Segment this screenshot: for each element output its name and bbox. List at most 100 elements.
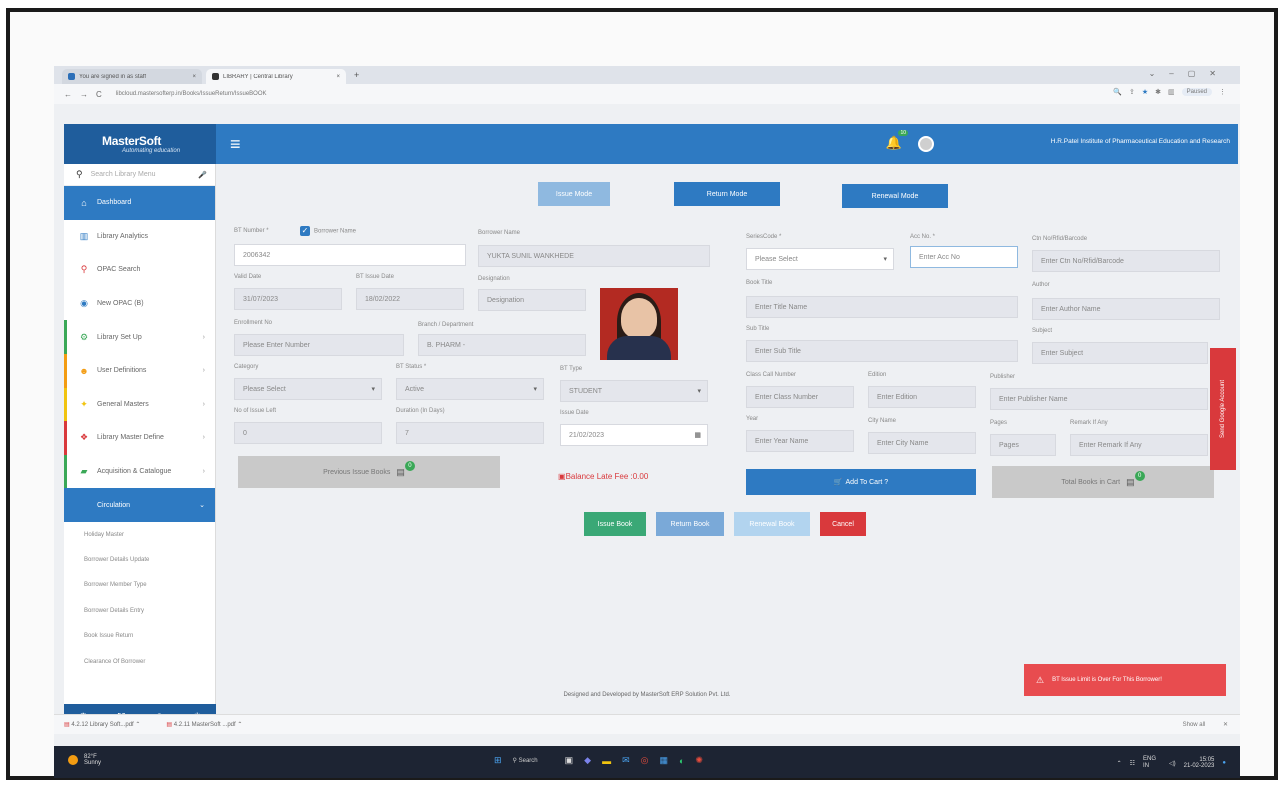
category-select[interactable]: Please Select [234,378,382,400]
sub-title-input[interactable]: Enter Sub Title [746,340,1018,362]
close-icon[interactable]: ✕ [1223,722,1228,728]
enrollment-input[interactable]: Please Enter Number [234,334,404,356]
notification-icon[interactable]: ● [1222,760,1226,766]
author-input[interactable]: Enter Author Name [1032,298,1220,320]
show-all-downloads[interactable]: Show all ✕ [1183,721,1228,728]
task-view-icon[interactable]: ▣ [565,755,574,766]
bt-status-select[interactable]: Active [396,378,544,400]
windows-start-icon[interactable]: ⊞ [494,755,502,766]
series-code-select[interactable]: Please Select [746,248,894,270]
edge-icon[interactable]: ◐ [679,756,684,766]
taskbar-apps: ⊞ ⚲ Search ▣ ◆ ▬ ✉ ◎ ▦ ◐ ✺ [494,755,703,766]
edition-label: Edition [868,372,887,378]
ctn-no-label: Ctn No/Rfid/Barcode [1032,236,1088,242]
issue-book-button[interactable]: Issue Book [584,512,646,536]
valid-date-label: Valid Date [234,274,262,280]
money-icon: ▣ [558,472,566,481]
weather-widget[interactable]: 82°F Sunny [68,754,101,766]
city-label: City Name [868,418,897,424]
borrower-name-checkbox[interactable]: ✓ Borrower Name [300,226,356,236]
author-label: Author [1032,282,1050,288]
app-icon[interactable]: ✺ [695,755,703,766]
cancel-button[interactable]: Cancel [820,512,866,536]
bt-issue-date-label: BT Issue Date [356,274,394,280]
pdf-icon: ▤ [166,722,173,728]
balance-late-fee: ▣Balance Late Fee :0.00 [558,472,649,481]
checkbox-check-icon: ✓ [300,226,310,236]
send-google-account-tab[interactable]: Send Google Account [1210,348,1236,470]
download-item[interactable]: ▤ 4.2.12 Library Soft...pdf ⌃ [64,721,140,728]
publisher-label: Publisher [990,374,1016,380]
duration-label: Duration (In Days) [396,408,445,414]
series-code-label: SeriesCode * [746,234,782,240]
borrower-photo [600,288,678,360]
ctn-no-input[interactable]: Enter Ctn No/Rfid/Barcode [1032,250,1220,272]
taskbar-search[interactable]: ⚲ Search [513,757,538,764]
previous-issue-books-button[interactable]: Previous Issue Books ▤ 0 [238,456,500,488]
acc-no-input[interactable]: Enter Acc No [910,246,1018,268]
cart-icon: 🛒 [833,479,843,486]
store-icon[interactable]: ▦ [659,755,668,766]
screen: You are signed in as staff × LIBRARY | Ce… [54,66,1240,778]
year-input[interactable]: Enter Year Name [746,430,854,452]
designation-label: Designation [478,276,510,282]
volume-icon[interactable]: ◁) [1169,760,1176,767]
mail-icon[interactable]: ✉ [622,755,630,766]
subject-label: Subject [1032,328,1053,334]
issue-date-input[interactable]: 21/02/2023 ▦ [560,424,708,446]
sun-icon [68,755,78,765]
sub-title-label: Sub Title [746,326,770,332]
downloads-bar: ▤ 4.2.12 Library Soft...pdf ⌃ ▤ 4.2.11 M… [54,714,1240,734]
tray-chevron-icon[interactable]: ⌃ [1117,760,1122,767]
download-item[interactable]: ▤ 4.2.11 MasterSoft ...pdf ⌃ [166,721,242,728]
issue-limit-alert[interactable]: ⚠ BT Issue Limit is Over For This Borrow… [1024,664,1226,696]
publisher-input[interactable]: Enter Publisher Name [990,388,1208,410]
branch-label: Branch / Department [418,322,474,328]
bt-type-select[interactable]: STUDENT [560,380,708,402]
city-input[interactable]: Enter City Name [868,432,976,454]
windows-taskbar: 82°F Sunny ⊞ ⚲ Search ▣ ◆ ▬ ✉ ◎ ▦ ◐ ✺ ⌃ ☷… [54,746,1240,778]
bt-type-label: BT Type [560,366,583,372]
category-label: Category [234,364,259,370]
enrollment-label: Enrollment No [234,320,273,326]
chrome-icon[interactable]: ◎ [641,755,649,766]
remark-input[interactable]: Enter Remark If Any [1070,434,1208,456]
acc-no-label: Acc No. * [910,234,936,240]
return-book-button[interactable]: Return Book [656,512,724,536]
renewal-book-button[interactable]: Renewal Book [734,512,810,536]
edition-input[interactable]: Enter Edition [868,386,976,408]
remark-label: Remark If Any [1070,420,1108,426]
photo-frame: You are signed in as staff × LIBRARY | Ce… [6,8,1278,780]
book-title-label: Book Title [746,280,773,286]
book-title-input[interactable]: Enter Title Name [746,296,1018,318]
teams-icon[interactable]: ◆ [584,755,591,766]
bt-number-input[interactable]: 2006342 [234,244,466,266]
designation-field: Designation [478,289,586,311]
valid-date-field: 31/07/2023 [234,288,342,310]
subject-input[interactable]: Enter Subject [1032,342,1208,364]
borrower-name-field: YUKTA SUNIL WANKHEDE [478,245,710,267]
issue-date-label: Issue Date [560,410,589,416]
bt-status-label: BT Status * [396,364,427,370]
prev-books-badge: 0 [404,461,415,471]
year-label: Year [746,416,759,422]
pdf-icon: ▤ [64,722,70,728]
class-call-input[interactable]: Enter Class Number [746,386,854,408]
bt-issue-date-field: 18/02/2022 [356,288,464,310]
file-explorer-icon[interactable]: ▬ [602,756,611,766]
system-tray: ⌃ ☷ ENG IN ◁) 15:05 21-02-2023 ● [1116,756,1226,769]
no-issue-left-field: 0 [234,422,382,444]
calendar-icon[interactable]: ▦ [694,431,701,439]
total-books-in-cart-button[interactable]: Total Books in Cart ▤ 0 [992,466,1214,498]
borrower-name-label: Borrower Name [478,230,521,236]
network-icon[interactable]: ☷ [1130,760,1135,767]
cart-count-badge: 0 [1134,471,1145,481]
books-icon: ▤ [1126,476,1135,487]
books-icon: ▤ [396,466,405,477]
branch-field: B. PHARM - [418,334,586,356]
add-to-cart-button[interactable]: 🛒 Add To Cart ? [746,469,976,495]
bt-number-label: BT Number * [234,228,269,234]
warning-icon: ⚠ [1036,674,1045,685]
pages-input[interactable]: Pages [990,434,1056,456]
class-call-label: Class Call Number [746,372,797,378]
